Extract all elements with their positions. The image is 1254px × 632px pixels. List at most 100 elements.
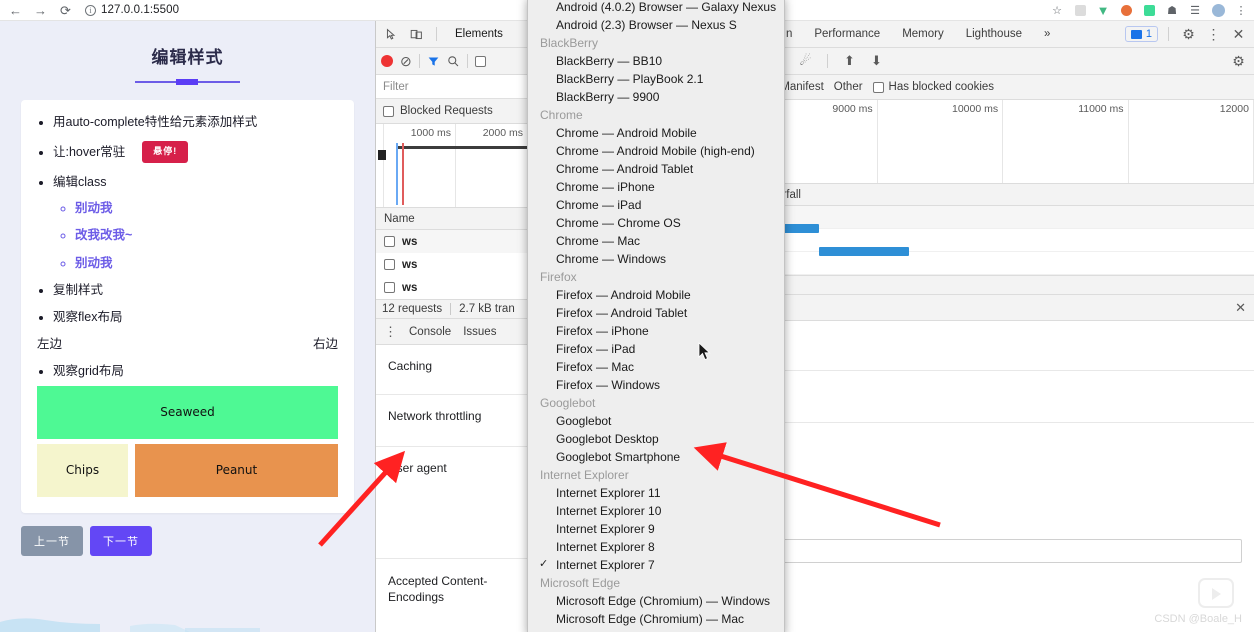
list-item: 编辑class 别动我 改我改我~ 别动我 bbox=[53, 174, 338, 271]
devtools-tabbar: Elements n Performance Memory Lighthouse… bbox=[376, 21, 1254, 48]
tab-overflow-icon[interactable]: » bbox=[1036, 28, 1058, 40]
hover-badge[interactable]: 悬停! bbox=[142, 141, 189, 163]
vue-devtools-icon[interactable]: ▼ bbox=[1096, 3, 1110, 18]
device-toolbar-icon[interactable] bbox=[407, 25, 426, 44]
dropdown-item[interactable]: Internet Explorer 8 bbox=[528, 538, 784, 556]
tab-lighthouse[interactable]: Lighthouse bbox=[958, 28, 1030, 40]
overview-event-marker bbox=[378, 150, 386, 160]
network-settings-gear-icon[interactable]: ⚙ bbox=[1229, 52, 1248, 71]
dropdown-item[interactable]: Googlebot bbox=[528, 412, 784, 430]
dropdown-item[interactable]: Internet Explorer 11 bbox=[528, 484, 784, 502]
dropdown-item[interactable]: Microsoft Edge (Chromium) — Mac bbox=[528, 610, 784, 628]
dropdown-item[interactable]: BlackBerry — PlayBook 2.1 bbox=[528, 70, 784, 88]
playlist-icon[interactable]: ☰ bbox=[1188, 3, 1202, 17]
clear-icon[interactable]: ⊘ bbox=[400, 53, 412, 70]
blocked-requests-checkbox[interactable]: Blocked Requests bbox=[376, 99, 528, 124]
dropdown-item[interactable]: Firefox — Android Mobile bbox=[528, 286, 784, 304]
dropdown-item[interactable]: Microsoft Edge (Chromium) — Windows bbox=[528, 592, 784, 610]
tab-performance[interactable]: Performance bbox=[806, 28, 888, 40]
message-icon bbox=[1130, 29, 1142, 39]
dropdown-item[interactable]: Chrome — Windows bbox=[528, 250, 784, 268]
dropdown-item-label: Chrome — Chrome OS bbox=[556, 216, 681, 230]
dropdown-item[interactable]: Chrome — iPhone bbox=[528, 178, 784, 196]
dropdown-item-label: Firefox — Android Mobile bbox=[556, 288, 691, 302]
dropdown-item[interactable]: Chrome — Mac bbox=[528, 232, 784, 250]
reload-icon[interactable]: ⟳ bbox=[58, 3, 73, 18]
filter-funnel-icon[interactable] bbox=[427, 55, 440, 68]
inspect-element-icon[interactable] bbox=[382, 25, 401, 44]
site-info-icon[interactable]: i bbox=[85, 4, 96, 16]
kebab-menu-icon[interactable]: ⋮ bbox=[1204, 25, 1223, 44]
flex-demo-row: 左边 右边 bbox=[37, 333, 338, 352]
column-waterfall[interactable]: Waterfall bbox=[748, 189, 1254, 201]
table-row[interactable]: ws bbox=[376, 276, 528, 299]
bookmark-star-icon[interactable]: ☆ bbox=[1050, 3, 1064, 17]
drawer-kebab-icon[interactable]: ⋮ bbox=[384, 324, 397, 340]
back-arrow-icon[interactable]: ← bbox=[8, 3, 23, 18]
websocket-icon bbox=[384, 259, 395, 270]
watermark-logo-icon bbox=[1198, 578, 1234, 608]
dropdown-item[interactable]: Firefox — iPhone bbox=[528, 322, 784, 340]
dropdown-item[interactable]: Firefox — Android Tablet bbox=[528, 304, 784, 322]
dropdown-item[interactable]: Googlebot Smartphone bbox=[528, 448, 784, 466]
dropdown-item[interactable]: Microsoft Edge — iPhone bbox=[528, 628, 784, 632]
checkbox-icon[interactable] bbox=[474, 55, 486, 67]
dropdown-item-label: Chrome — Windows bbox=[556, 252, 667, 266]
user-agent-dropdown-menu[interactable]: Android (4.0.2) Browser — Galaxy Nexus An… bbox=[527, 0, 785, 632]
next-section-button[interactable]: 下一节 bbox=[90, 525, 152, 556]
export-har-icon[interactable]: ⬇ bbox=[867, 52, 886, 71]
dropdown-item-label: Firefox — Android Tablet bbox=[556, 306, 688, 320]
gear-icon[interactable]: ⚙ bbox=[1179, 25, 1198, 44]
dropdown-item[interactable]: Internet Explorer 10 bbox=[528, 502, 784, 520]
dropdown-item[interactable]: Chrome — Android Tablet bbox=[528, 160, 784, 178]
dropdown-item[interactable]: Chrome — Chrome OS bbox=[528, 214, 784, 232]
dropdown-item[interactable]: ✓ Internet Explorer 7 bbox=[528, 556, 784, 574]
flex-right-label: 右边 bbox=[312, 337, 338, 352]
dropdown-item[interactable]: Chrome — Android Mobile bbox=[528, 124, 784, 142]
table-row[interactable]: ws bbox=[376, 230, 528, 253]
content-card: 用auto-complete特性给元素添加样式 让:hover常驻 悬停! 编辑… bbox=[21, 100, 354, 513]
has-blocked-cookies-checkbox[interactable]: Has blocked cookies bbox=[872, 81, 994, 93]
dropdown-item[interactable]: Chrome — iPad bbox=[528, 196, 784, 214]
puzzle-extensions-icon[interactable]: ☗ bbox=[1165, 3, 1179, 17]
dropdown-item[interactable]: Chrome — Android Mobile (high-end) bbox=[528, 142, 784, 160]
drawer-tab-issues[interactable]: Issues bbox=[463, 326, 496, 338]
avatar-icon[interactable] bbox=[1211, 3, 1225, 17]
issues-counter-badge[interactable]: 1 bbox=[1124, 26, 1158, 42]
network-throttle-icon[interactable]: ☄ bbox=[796, 52, 815, 71]
dropdown-item[interactable]: BlackBerry — 9900 bbox=[528, 88, 784, 106]
filter-type-other[interactable]: Other bbox=[834, 81, 863, 93]
filter-input[interactable]: Filter bbox=[376, 75, 528, 99]
dropdown-item[interactable]: Android (4.0.2) Browser — Galaxy Nexus bbox=[528, 0, 784, 16]
request-name: ws bbox=[402, 258, 418, 271]
dropdown-item[interactable]: BlackBerry — BB10 bbox=[528, 52, 784, 70]
extension-icon-3[interactable] bbox=[1119, 3, 1133, 17]
filter-type-manifest[interactable]: Manifest bbox=[780, 81, 823, 93]
dropdown-item[interactable]: Googlebot Desktop bbox=[528, 430, 784, 448]
dropdown-item-label: Internet Explorer 9 bbox=[556, 522, 655, 536]
extension-icon-1[interactable] bbox=[1073, 3, 1087, 17]
feature-list: 用auto-complete特性给元素添加样式 让:hover常驻 悬停! 编辑… bbox=[53, 114, 338, 325]
dropdown-item-label: Googlebot Desktop bbox=[556, 432, 659, 446]
list-item: 让:hover常驻 悬停! bbox=[53, 141, 338, 163]
forward-arrow-icon[interactable]: → bbox=[33, 3, 48, 18]
dropdown-item[interactable]: Internet Explorer 9 bbox=[528, 520, 784, 538]
drawer-close-icon[interactable]: ✕ bbox=[1235, 300, 1246, 316]
close-icon[interactable]: ✕ bbox=[1229, 25, 1248, 44]
table-row[interactable]: ws bbox=[376, 253, 528, 276]
tab-memory[interactable]: Memory bbox=[894, 28, 952, 40]
dropdown-item[interactable]: Firefox — Windows bbox=[528, 376, 784, 394]
dropdown-item[interactable]: Android (2.3) Browser — Nexus S bbox=[528, 16, 784, 34]
import-har-icon[interactable]: ⬆ bbox=[840, 52, 859, 71]
record-stop-icon[interactable] bbox=[381, 55, 393, 67]
dropdown-item[interactable]: Firefox — Mac bbox=[528, 358, 784, 376]
overview-left[interactable]: 1000 ms 2000 ms bbox=[376, 124, 528, 208]
dropdown-item[interactable]: Firefox — iPad bbox=[528, 340, 784, 358]
tab-elements[interactable]: Elements bbox=[447, 28, 511, 40]
extension-icon-4[interactable] bbox=[1142, 3, 1156, 17]
column-name[interactable]: Name bbox=[384, 213, 415, 225]
search-icon[interactable] bbox=[447, 55, 460, 68]
prev-section-button[interactable]: 上一节 bbox=[21, 525, 83, 556]
drawer-tab-console[interactable]: Console bbox=[409, 326, 451, 338]
chrome-menu-icon[interactable]: ⋮ bbox=[1234, 3, 1248, 17]
